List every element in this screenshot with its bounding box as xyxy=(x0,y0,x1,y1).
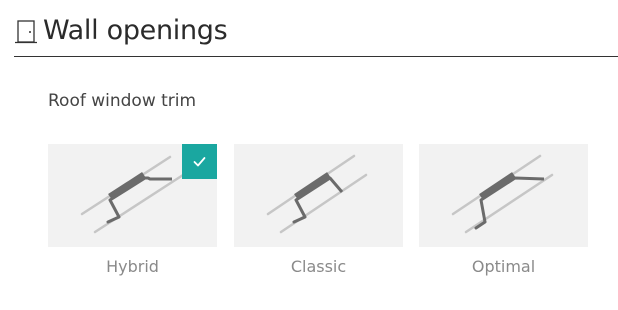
checkmark-icon xyxy=(193,157,206,167)
trim-option-optimal[interactable]: Optimal xyxy=(419,144,588,276)
section-header: Wall openings xyxy=(14,10,618,57)
trim-profile-classic-icon xyxy=(266,154,368,234)
trim-option-classic[interactable]: Classic xyxy=(234,144,403,276)
roof-window-trim-label: Roof window trim xyxy=(48,91,197,111)
trim-option-caption: Classic xyxy=(290,257,347,276)
trim-option-caption: Hybrid xyxy=(106,257,159,276)
section-title: Wall openings xyxy=(43,15,228,46)
trim-profile-optimal-icon xyxy=(451,154,554,234)
trim-option-caption: Optimal xyxy=(471,257,536,276)
door-icon xyxy=(15,20,37,44)
trim-option-hybrid[interactable]: Hybrid xyxy=(48,144,217,276)
selected-check-badge xyxy=(182,144,217,179)
